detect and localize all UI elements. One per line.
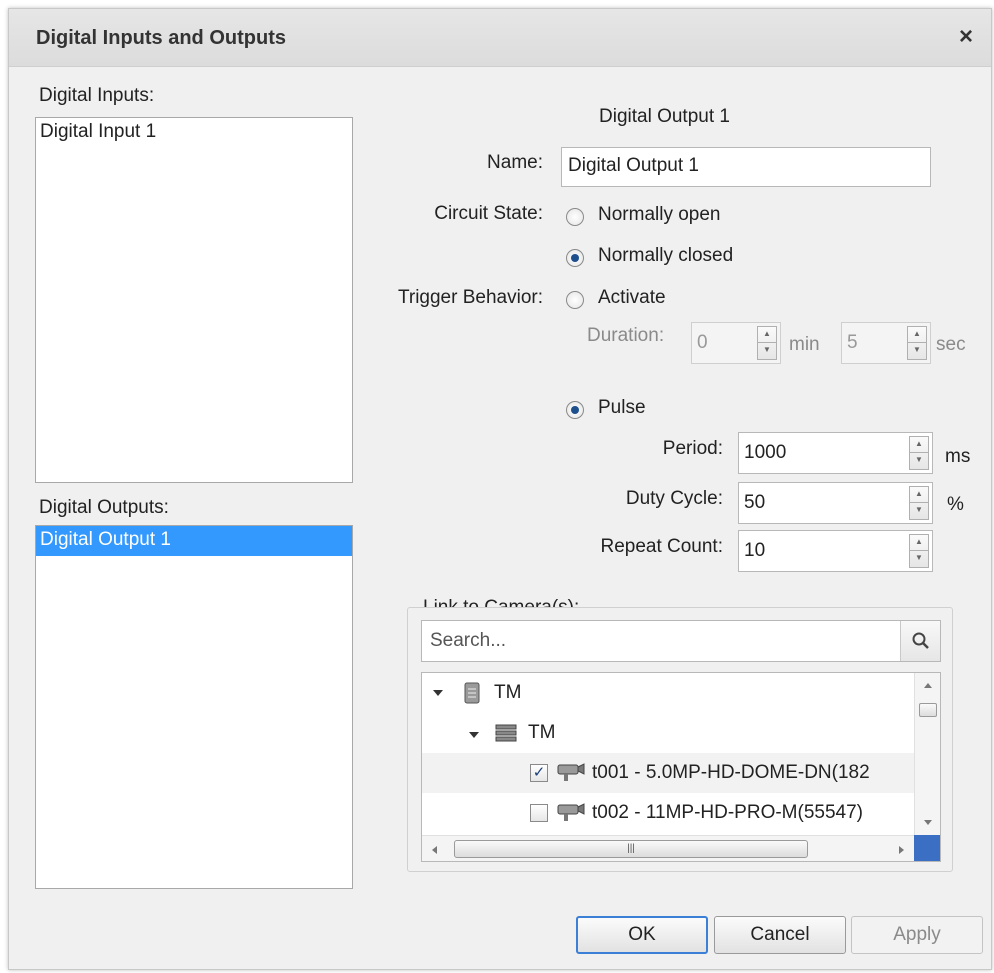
period-spinner[interactable]: 1000 ▲ ▼: [738, 432, 933, 474]
vertical-scroll-thumb[interactable]: [919, 703, 937, 717]
min-unit-label: min: [789, 334, 820, 355]
scroll-right-icon[interactable]: [898, 845, 906, 855]
horizontal-scroll-thumb[interactable]: |||: [454, 840, 808, 858]
scrollbar-corner: [914, 835, 940, 861]
scroll-up-icon[interactable]: [923, 681, 933, 689]
scroll-down-icon[interactable]: [923, 819, 933, 827]
tree-row-tm-nvr[interactable]: TM: [422, 713, 914, 753]
tree-vertical-scrollbar[interactable]: [914, 673, 940, 835]
dialog-title: Digital Inputs and Outputs: [36, 27, 286, 49]
search-button[interactable]: [900, 621, 940, 661]
camera-tree[interactable]: TM TM ✓ t001 - 5.0MP-HD-DOME-DN(182 t002…: [421, 672, 941, 862]
tree-label-tm: TM: [494, 682, 522, 703]
expand-arrow-icon[interactable]: [432, 687, 444, 699]
nvr-icon: [495, 724, 517, 742]
repeat-count-label: Repeat Count:: [600, 536, 723, 557]
normally-closed-radio[interactable]: [566, 249, 584, 267]
duty-cycle-spin-buttons[interactable]: ▲ ▼: [909, 486, 929, 520]
period-value: 1000: [744, 442, 787, 463]
expand-arrow-icon[interactable]: [468, 729, 480, 741]
digital-outputs-label: Digital Outputs:: [39, 497, 169, 518]
tree-label-camera-t002: t002 - 11MP-HD-PRO-M(55547): [592, 802, 864, 823]
normally-open-label: Normally open: [598, 204, 721, 225]
duty-cycle-spinner[interactable]: 50 ▲ ▼: [738, 482, 933, 524]
cancel-button[interactable]: Cancel: [714, 916, 846, 954]
digital-io-dialog: Digital Inputs and Outputs × Digital Inp…: [8, 8, 992, 970]
duration-sec-spinner[interactable]: 5 ▲ ▼: [841, 322, 931, 364]
title-bar: Digital Inputs and Outputs ×: [9, 9, 991, 67]
activate-label: Activate: [598, 287, 666, 308]
name-label: Name:: [487, 152, 543, 173]
repeat-count-value: 10: [744, 540, 766, 561]
scroll-left-icon[interactable]: [430, 845, 438, 855]
ok-button[interactable]: OK: [576, 916, 708, 954]
normally-open-radio[interactable]: [566, 208, 584, 226]
repeat-count-spin-buttons[interactable]: ▲ ▼: [909, 534, 929, 568]
digital-inputs-label: Digital Inputs:: [39, 85, 155, 106]
repeat-count-spinner[interactable]: 10 ▲ ▼: [738, 530, 933, 572]
duration-label: Duration:: [587, 325, 665, 346]
duration-min-spin-buttons[interactable]: ▲ ▼: [757, 326, 777, 360]
period-unit-label: ms: [945, 446, 971, 467]
camera-search-box[interactable]: Search...: [421, 620, 941, 662]
name-input[interactable]: Digital Output 1: [561, 147, 931, 187]
digital-outputs-list[interactable]: Digital Output 1: [35, 525, 353, 889]
tree-row-camera-t001[interactable]: ✓ t001 - 5.0MP-HD-DOME-DN(182: [422, 753, 914, 793]
server-icon: [464, 682, 480, 704]
trigger-behavior-label: Trigger Behavior:: [397, 287, 543, 308]
sec-unit-label: sec: [936, 334, 966, 355]
circuit-state-label: Circuit State:: [434, 203, 543, 224]
tree-row-camera-t002[interactable]: t002 - 11MP-HD-PRO-M(55547): [422, 793, 914, 833]
period-label: Period:: [662, 438, 723, 459]
list-item-digital-input-1[interactable]: Digital Input 1: [36, 118, 352, 148]
camera-icon: [557, 803, 585, 821]
close-icon[interactable]: ×: [951, 22, 981, 52]
search-icon: [912, 632, 929, 649]
duty-cycle-unit-label: %: [947, 494, 964, 515]
pulse-radio[interactable]: [566, 401, 584, 419]
pulse-label: Pulse: [598, 397, 646, 418]
duration-min-value: 0: [697, 332, 708, 353]
tree-row-tm-server[interactable]: TM: [422, 673, 914, 713]
list-item-digital-output-1[interactable]: Digital Output 1: [36, 526, 352, 556]
link-to-cameras-group: Search... TM TM ✓ t001 - 5.0MP-HD-DOME-D…: [407, 607, 953, 872]
output-heading: Digital Output 1: [599, 106, 730, 127]
duty-cycle-value: 50: [744, 492, 766, 513]
activate-radio[interactable]: [566, 291, 584, 309]
duty-cycle-label: Duty Cycle:: [625, 488, 723, 509]
duration-sec-spin-buttons[interactable]: ▲ ▼: [907, 326, 927, 360]
duration-sec-value: 5: [847, 332, 858, 353]
tree-horizontal-scrollbar[interactable]: |||: [422, 835, 914, 861]
period-spin-buttons[interactable]: ▲ ▼: [909, 436, 929, 470]
camera-t001-checkbox[interactable]: ✓: [530, 764, 548, 782]
tree-label-camera-t001: t001 - 5.0MP-HD-DOME-DN(182: [592, 762, 870, 783]
camera-icon: [557, 763, 585, 781]
duration-min-spinner[interactable]: 0 ▲ ▼: [691, 322, 781, 364]
camera-search-placeholder: Search...: [430, 630, 507, 651]
normally-closed-label: Normally closed: [598, 245, 734, 266]
tree-label-tm-nvr: TM: [528, 722, 556, 743]
apply-button[interactable]: Apply: [851, 916, 983, 954]
camera-t002-checkbox[interactable]: [530, 804, 548, 822]
digital-inputs-list[interactable]: Digital Input 1: [35, 117, 353, 483]
